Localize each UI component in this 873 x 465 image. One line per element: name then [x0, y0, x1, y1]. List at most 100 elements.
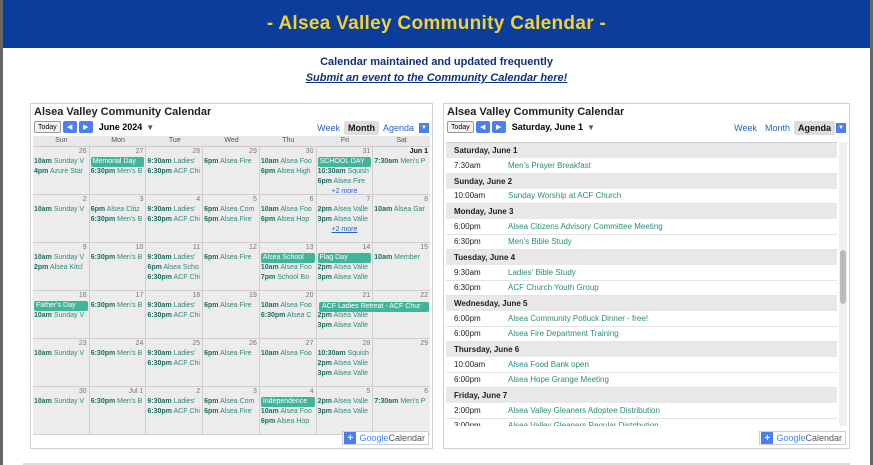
event-chip[interactable]: Father's Day: [34, 301, 88, 311]
event-item[interactable]: 10am Sunday V: [33, 205, 89, 215]
day-cell[interactable]: 25 9:30am Ladies' 6:30pm ACF Chi: [146, 339, 204, 387]
event-item[interactable]: 9:30am Ladies': [146, 397, 202, 407]
event-item[interactable]: 6pm Alsea Fire: [317, 177, 373, 187]
event-item[interactable]: 6pm Alsea Fire: [203, 157, 259, 167]
day-number[interactable]: 18: [146, 291, 202, 301]
event-item[interactable]: 6:30pm Men's B: [90, 349, 146, 359]
agenda-event-title[interactable]: Ladies' Bible Study: [508, 268, 576, 277]
day-cell[interactable]: 2 9:30am Ladies' 6:30pm ACF Chi: [146, 387, 204, 435]
submit-event-link[interactable]: Submit an event to the Community Calenda…: [3, 72, 870, 84]
day-number[interactable]: 31: [317, 147, 373, 157]
day-number[interactable]: 30: [260, 147, 316, 157]
day-cell[interactable]: 28 10:30am Squish 2pm Alsea Valle 3pm Alsea…: [316, 339, 374, 387]
day-number[interactable]: Jul 1: [90, 387, 146, 397]
scrollbar-thumb[interactable]: [840, 250, 846, 304]
day-cell[interactable]: 5 2pm Alsea Valle 3pm Alsea Valle: [316, 387, 374, 435]
view-week-tab[interactable]: Week: [730, 121, 761, 135]
day-cell[interactable]: 14 Flag Day 2pm Alsea Valle 3pm Alsea Valle: [316, 243, 374, 291]
day-number[interactable]: 15: [373, 243, 430, 253]
view-dropdown-icon[interactable]: ▼: [419, 123, 429, 133]
view-agenda-tab[interactable]: Agenda: [379, 121, 418, 135]
event-item[interactable]: 10am Alsea Foo: [260, 349, 316, 359]
day-number[interactable]: 11: [146, 243, 202, 253]
day-number[interactable]: 23: [33, 339, 89, 349]
event-item[interactable]: 7pm School Bo: [260, 273, 316, 283]
agenda-event-title[interactable]: Alsea Citizens Advisory Committee Meetin…: [508, 222, 663, 231]
day-number[interactable]: 8: [373, 195, 430, 205]
event-item[interactable]: 2pm Alsea Valle: [317, 397, 373, 407]
google-calendar-button[interactable]: + Google Calendar: [759, 431, 846, 445]
day-number[interactable]: 10: [90, 243, 146, 253]
day-cell[interactable]: 7 2pm Alsea Valle 3pm Alsea Valle +2 more: [316, 195, 374, 243]
event-item[interactable]: 4pm Azure Star: [33, 167, 89, 177]
day-number[interactable]: 3: [90, 195, 146, 205]
day-cell[interactable]: 23 10am Sunday V: [33, 339, 90, 387]
day-number[interactable]: 12: [203, 243, 259, 253]
day-number[interactable]: 6: [373, 387, 430, 397]
day-number[interactable]: 5: [203, 195, 259, 205]
agenda-event-row[interactable]: 3:00pm Alsea Valley Gleaners Regular Dist…: [446, 419, 837, 426]
event-item[interactable]: 10am Alsea Foo: [260, 263, 316, 273]
agenda-event-row[interactable]: 6:00pm Alsea Fire Department Training: [446, 327, 837, 342]
day-cell[interactable]: 10 6:30pm Men's B: [89, 243, 147, 291]
day-cell[interactable]: 11 9:30am Ladies' 6pm Alsea Scho 6:30pm ACF…: [146, 243, 204, 291]
day-number[interactable]: 29: [373, 339, 430, 349]
event-item[interactable]: 6pm Alsea Citiz: [90, 205, 146, 215]
agenda-event-row[interactable]: 6:30pm ACF Church Youth Group: [446, 281, 837, 296]
event-item[interactable]: 6:30pm ACF Chi: [146, 167, 202, 177]
day-number[interactable]: 7: [317, 195, 373, 205]
day-number[interactable]: 27: [260, 339, 316, 349]
event-item[interactable]: 2pm Alsea Valle: [317, 359, 373, 369]
event-item[interactable]: 10am Sunday V: [33, 157, 89, 167]
day-cell[interactable]: 27 10am Alsea Foo: [259, 339, 317, 387]
day-cell[interactable]: Jul 1 6:30pm Men's B: [89, 387, 147, 435]
day-number[interactable]: 2: [146, 387, 202, 397]
event-item[interactable]: 6:30pm Men's B: [90, 215, 146, 225]
event-item[interactable]: 6:30pm ACF Chi: [146, 359, 202, 369]
agenda-event-row[interactable]: 10:00am Alsea Food Bank open: [446, 357, 837, 373]
event-item[interactable]: 10am Sunday V: [33, 253, 89, 263]
agenda-event-title[interactable]: ACF Church Youth Group: [508, 283, 599, 292]
day-number[interactable]: 3: [203, 387, 259, 397]
event-item[interactable]: 6pm Alsea Fire: [203, 215, 259, 225]
chevron-left-icon[interactable]: ◀: [475, 121, 490, 133]
day-cell[interactable]: 24 6:30pm Men's B: [89, 339, 147, 387]
today-button[interactable]: Today: [447, 121, 474, 133]
event-chip[interactable]: ACF Ladies Retreat - ACF Chur: [319, 302, 429, 312]
day-number[interactable]: 16: [33, 291, 89, 301]
agenda-event-row[interactable]: 2:00pm Alsea Valley Gleaners Adoptee Dist…: [446, 403, 837, 419]
chevron-left-icon[interactable]: ◀: [62, 121, 77, 133]
day-cell[interactable]: 20 10am Alsea Foo 6:30pm Alsea C: [259, 291, 317, 339]
view-week-tab[interactable]: Week: [313, 121, 344, 135]
day-cell[interactable]: 31 SCHOOL DAY 10:30am Squish 6pm Alsea Fire…: [316, 147, 374, 195]
day-number[interactable]: 17: [90, 291, 146, 301]
scrollbar[interactable]: [839, 142, 847, 426]
day-number[interactable]: 26: [33, 147, 89, 157]
day-cell[interactable]: 16 Father's Day 10am Sunday V: [33, 291, 90, 339]
event-item[interactable]: 10am Sunday V: [33, 311, 89, 321]
day-cell[interactable]: 6 10am Alsea Foo 6pm Alsea Hop: [259, 195, 317, 243]
day-cell[interactable]: 22: [373, 291, 430, 339]
day-number[interactable]: 14: [317, 243, 373, 253]
event-item[interactable]: 10am Alsea Foo: [260, 407, 316, 417]
day-number[interactable]: 21: [317, 291, 373, 301]
agenda-event-row[interactable]: 7:30am Men's Prayer Breakfast: [446, 158, 837, 174]
agenda-event-title[interactable]: Alsea Hope Grange Meeting: [508, 375, 609, 384]
day-cell[interactable]: 21 2pm Alsea Valle 3pm Alsea Valle: [316, 291, 374, 339]
view-month-tab[interactable]: Month: [761, 121, 794, 135]
view-agenda-tab[interactable]: Agenda: [793, 121, 835, 135]
day-number[interactable]: 20: [260, 291, 316, 301]
day-number[interactable]: 4: [260, 387, 316, 397]
event-item[interactable]: 3pm Alsea Valle: [317, 321, 373, 331]
agenda-event-row[interactable]: 6:00pm Alsea Community Potluck Dinner - f…: [446, 311, 837, 327]
event-item[interactable]: 6:30pm Men's B: [90, 253, 146, 263]
month-date-label[interactable]: June 2024: [99, 122, 143, 132]
event-item[interactable]: 6pm Alsea Fire: [203, 301, 259, 311]
day-cell[interactable]: 13 Alsea School 10am Alsea Foo 7pm School B…: [259, 243, 317, 291]
event-item[interactable]: 6:30pm Alsea C: [260, 311, 316, 321]
day-cell[interactable]: 3 6pm Alsea Com 6pm Alsea Fire: [203, 387, 260, 435]
day-cell[interactable]: 9 10am Sunday V 2pm Alsea Kitcl: [33, 243, 90, 291]
day-cell[interactable]: 29: [373, 339, 430, 387]
event-item[interactable]: 10:30am Squish: [317, 167, 373, 177]
day-number[interactable]: 4: [146, 195, 202, 205]
